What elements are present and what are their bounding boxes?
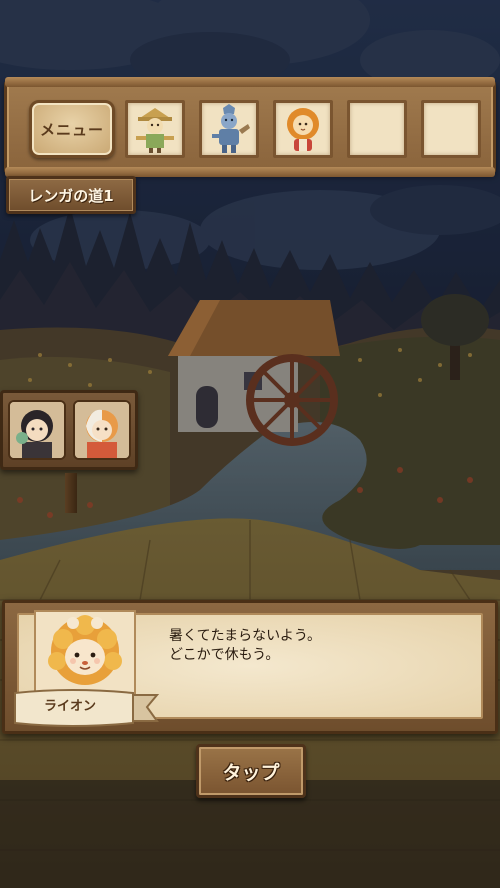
dialog-text: 暑くてたまらないよう。 どこかで休もう。	[169, 627, 469, 665]
lion-portrait-icon	[34, 610, 136, 696]
scarecrow-icon	[136, 108, 174, 153]
speaker-name: ライオン	[43, 699, 96, 714]
inventory-slot-5[interactable]	[421, 100, 481, 158]
inventory-bar: メニュー	[4, 77, 496, 177]
companion-portrait-1	[8, 400, 66, 460]
inventory-slot-1[interactable]	[125, 100, 185, 158]
companion-sign[interactable]	[0, 390, 138, 513]
speaker-nameplate: ライオン	[11, 687, 161, 729]
speaker-portrait	[33, 609, 137, 697]
sign-post	[65, 473, 77, 513]
menu-button[interactable]: メニュー	[29, 100, 115, 158]
tap-button[interactable]: タップ	[196, 744, 306, 798]
companion-portrait-2	[73, 400, 131, 460]
stage-name: レンガの道1	[28, 186, 114, 205]
tin-woodman-icon	[212, 104, 250, 153]
dialog-line-1: 暑くてたまらないよう。	[169, 628, 322, 644]
dialog-line-2: どこかで休もう。	[169, 647, 280, 663]
dark-haired-character-icon	[10, 402, 64, 458]
lion-icon	[287, 108, 319, 151]
orange-haired-character-icon	[75, 402, 129, 458]
bar-rail-top	[5, 77, 495, 87]
menu-button-label: メニュー	[39, 120, 104, 139]
inventory-slot-2[interactable]	[199, 100, 259, 158]
tap-button-label: タップ	[222, 761, 280, 784]
stage-name-sign: レンガの道1	[6, 176, 136, 214]
inventory-slot-3[interactable]	[273, 100, 333, 158]
inventory-slot-4[interactable]	[347, 100, 407, 158]
dialog-box[interactable]: ライオン 暑くてたまらないよう。 どこかで休もう。	[2, 600, 498, 734]
